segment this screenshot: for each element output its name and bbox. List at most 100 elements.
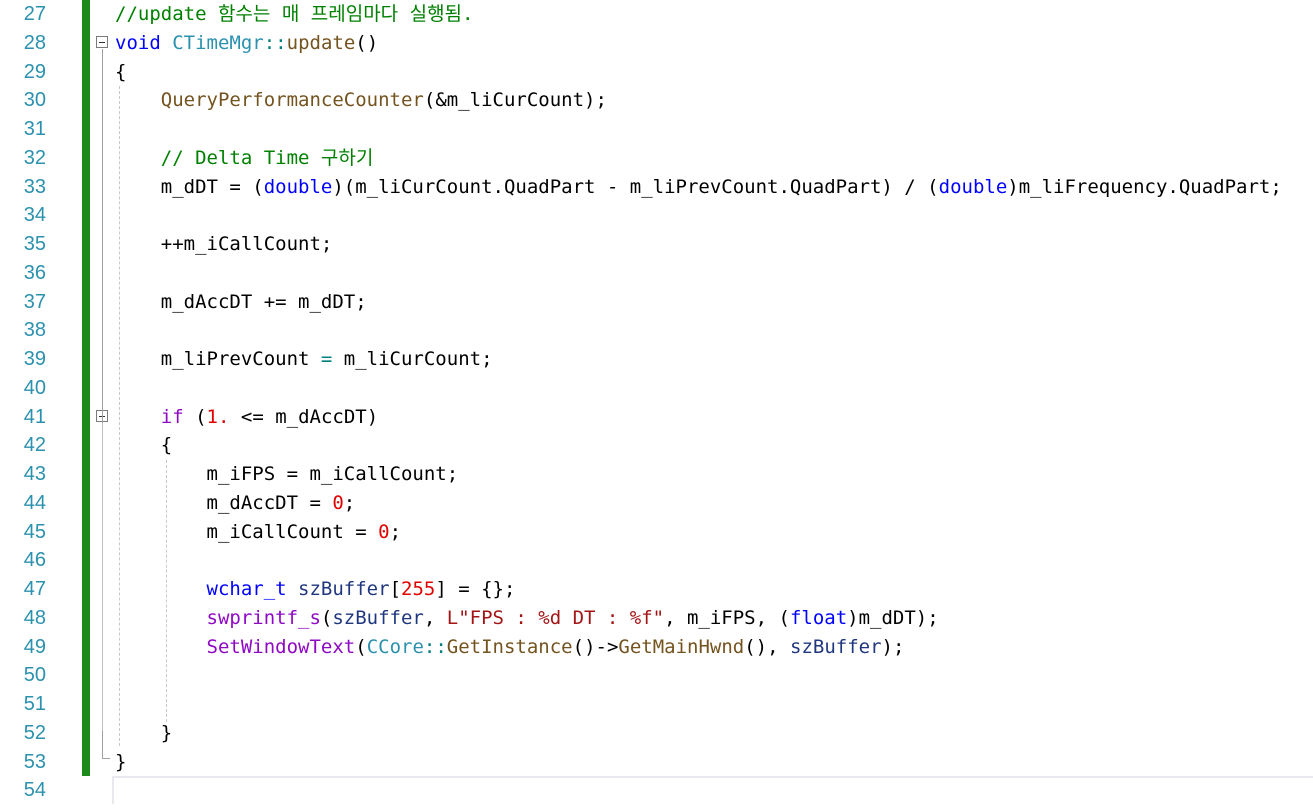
code-token: m_liCurCount; xyxy=(332,348,493,370)
code-line[interactable]: 48 swprintf_s(szBuffer, L"FPS : %d DT : … xyxy=(0,603,1313,633)
code-line[interactable]: 40 xyxy=(0,373,1313,403)
line-number: 28 xyxy=(23,31,46,54)
code-text[interactable]: //update 함수는 매 프레임마다 실행됨. xyxy=(115,0,473,29)
code-token: //update 함수는 매 프레임마다 실행됨. xyxy=(115,3,474,25)
code-token: 0 xyxy=(332,491,344,514)
code-token: } xyxy=(115,721,173,744)
line-number: 38 xyxy=(23,319,46,342)
line-number: 54 xyxy=(23,779,46,802)
code-line[interactable]: 46 xyxy=(0,546,1313,575)
change-indicator-bar xyxy=(82,86,90,115)
line-number: 33 xyxy=(23,175,46,198)
code-line[interactable]: 43 m_iFPS = m_iCallCount; xyxy=(0,460,1313,489)
line-number: 29 xyxy=(23,60,46,83)
code-line[interactable]: 27 //update 함수는 매 프레임마다 실행됨. xyxy=(0,0,1313,29)
code-line[interactable]: 28 void CTimeMgr::update() xyxy=(0,28,1313,58)
code-text[interactable]: if (1. <= m_dAccDT) xyxy=(115,403,378,432)
code-line[interactable]: 49 SetWindowText(CCore::GetInstance()->G… xyxy=(0,632,1313,662)
code-token: )(m_liCurCount.QuadPart - m_liPrevCount.… xyxy=(332,175,939,198)
code-token: swprintf_s xyxy=(206,606,321,629)
code-text[interactable]: QueryPerformanceCounter(&m_liCurCount); xyxy=(115,86,607,115)
line-number: 50 xyxy=(23,664,46,687)
change-indicator-bar xyxy=(82,373,90,403)
code-line[interactable]: 34 xyxy=(0,201,1313,230)
code-line[interactable]: 51 xyxy=(0,690,1313,719)
code-text[interactable]: } xyxy=(115,748,126,777)
line-number: 40 xyxy=(23,376,46,399)
change-indicator-bar xyxy=(82,661,90,690)
code-text[interactable]: { xyxy=(115,431,172,460)
code-line[interactable]: 29 { xyxy=(0,57,1313,87)
code-line[interactable]: 32 // Delta Time 구하기 xyxy=(0,143,1313,173)
code-token: m_dAccDT = xyxy=(115,491,333,514)
code-token: float xyxy=(789,606,848,629)
code-token: double xyxy=(938,175,1008,198)
change-indicator-bar xyxy=(82,488,90,518)
code-text[interactable]: m_dAccDT = 0; xyxy=(115,489,356,518)
code-line[interactable]: 31 xyxy=(0,115,1313,144)
code-text[interactable]: m_dAccDT += m_dDT; xyxy=(115,288,367,317)
code-token: SetWindowText xyxy=(206,635,356,658)
code-text[interactable]: m_liPrevCount = m_liCurCount; xyxy=(115,345,493,374)
collapse-function-icon[interactable] xyxy=(96,36,108,48)
code-token: CTimeMgr xyxy=(172,31,264,54)
code-token: L"FPS : %d DT : %f" xyxy=(446,606,665,629)
change-indicator-bar xyxy=(82,517,90,547)
change-indicator-bar xyxy=(82,0,90,29)
code-token: update xyxy=(286,31,356,54)
line-number: 39 xyxy=(23,348,46,370)
code-token: (&m_liCurCount); xyxy=(423,89,607,112)
code-token: ; xyxy=(389,520,402,543)
code-text[interactable]: // Delta Time 구하기 xyxy=(115,144,374,173)
code-token: GetMainHwnd xyxy=(618,635,745,658)
code-line[interactable]: 53} xyxy=(0,747,1313,777)
change-indicator-bar xyxy=(82,230,90,259)
code-line[interactable]: 50 xyxy=(0,661,1313,690)
code-text[interactable]: ++m_iCallCount; xyxy=(115,230,333,259)
line-number: 41 xyxy=(23,405,46,428)
line-number: 31 xyxy=(23,118,46,140)
code-line[interactable]: 44 m_dAccDT = 0; xyxy=(0,488,1313,518)
change-indicator-bar xyxy=(82,57,90,87)
code-text[interactable]: swprintf_s(szBuffer, L"FPS : %d DT : %f"… xyxy=(115,604,939,633)
code-text[interactable]: m_dDT = (double)(m_liCurCount.QuadPart -… xyxy=(115,173,1282,202)
code-token: // Delta Time 구하기 xyxy=(160,146,374,169)
code-line[interactable]: 33 m_dDT = (double)(m_liCurCount.QuadPar… xyxy=(0,172,1313,202)
code-line[interactable]: 38 xyxy=(0,316,1313,345)
code-text[interactable]: void CTimeMgr::update() xyxy=(115,29,378,58)
code-editor[interactable]: 54 53} 52 } 51 50 49 SetWindowText(CCore::Get… xyxy=(0,0,1313,810)
code-text[interactable]: wchar_t szBuffer[255] = {}; xyxy=(115,575,516,604)
code-token: void xyxy=(115,31,161,54)
code-text[interactable]: } xyxy=(115,719,172,748)
code-token: 255 xyxy=(401,578,436,600)
code-line[interactable]: 41 if (1. <= m_dAccDT) xyxy=(0,402,1313,432)
code-line[interactable]: 36 xyxy=(0,258,1313,288)
change-indicator-bar xyxy=(82,316,90,345)
if-fold-region-line xyxy=(102,423,103,731)
line-number: 53 xyxy=(23,750,46,773)
code-line[interactable]: 45 m_iCallCount = 0; xyxy=(0,517,1313,547)
line-number: 32 xyxy=(23,146,46,169)
code-text[interactable]: m_iCallCount = 0; xyxy=(115,518,402,547)
code-line[interactable]: 39 m_liPrevCount = m_liCurCount; xyxy=(0,345,1313,374)
code-text[interactable]: SetWindowText(CCore::GetInstance()->GetM… xyxy=(115,633,905,662)
code-line[interactable]: 52 } xyxy=(0,718,1313,748)
change-indicator-bar xyxy=(82,287,90,317)
code-line[interactable]: 47 wchar_t szBuffer[255] = {}; xyxy=(0,575,1313,604)
code-line[interactable]: 42 { xyxy=(0,431,1313,460)
change-indicator-bar xyxy=(82,603,90,633)
code-token: ++m_iCallCount; xyxy=(115,233,333,255)
change-indicator-bar xyxy=(82,632,90,662)
line-number: 46 xyxy=(23,549,46,572)
change-indicator-bar xyxy=(82,143,90,173)
code-line[interactable]: 30 QueryPerformanceCounter(&m_liCurCount… xyxy=(0,86,1313,115)
code-line[interactable]: 35 ++m_iCallCount; xyxy=(0,230,1313,259)
code-line[interactable]: 37 m_dAccDT += m_dDT; xyxy=(0,287,1313,317)
code-text[interactable]: { xyxy=(115,58,126,87)
